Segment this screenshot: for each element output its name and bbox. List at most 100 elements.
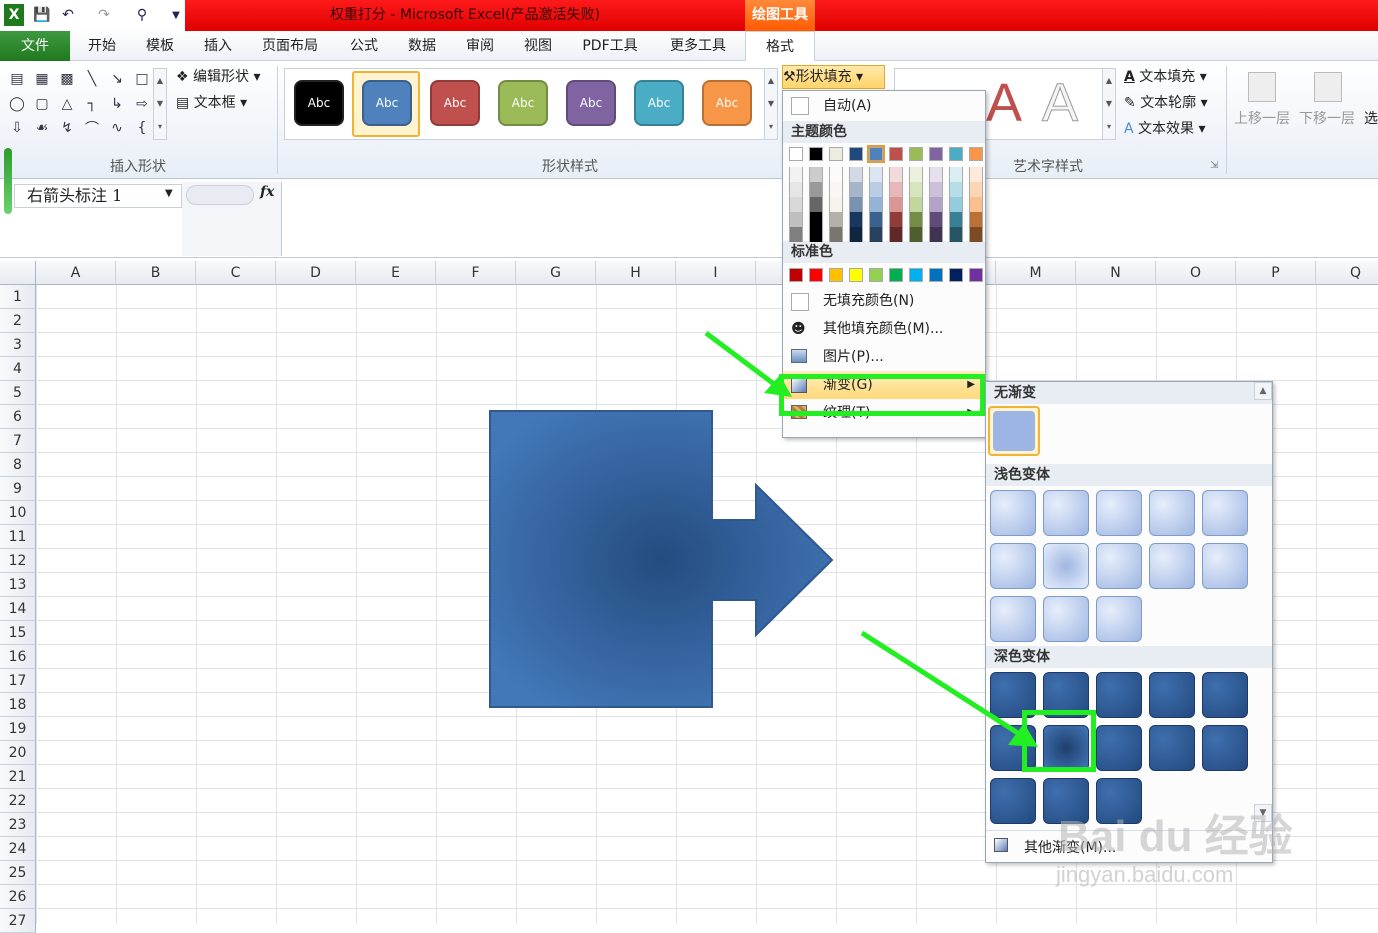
standard-color-swatch[interactable] [849,268,863,282]
undo-icon[interactable]: ↶ [58,4,78,26]
redo-icon[interactable]: ↷ [94,4,114,26]
theme-color-shade-swatch[interactable] [909,212,923,227]
theme-color-shade-swatch[interactable] [809,182,823,197]
wordart-dialog-launcher-icon[interactable]: ⇲ [1210,160,1218,171]
row-header[interactable]: 17 [0,669,36,693]
theme-color-shade-swatch[interactable] [889,182,903,197]
shape-rounded-rect-icon[interactable]: ▢ [31,93,53,115]
light-gradient-option[interactable] [1096,490,1142,536]
column-header[interactable]: Q [1316,261,1378,285]
column-header[interactable]: D [276,261,356,285]
column-header[interactable]: G [516,261,596,285]
dark-gradient-option[interactable] [1096,725,1142,771]
theme-color-swatch[interactable] [867,145,885,163]
theme-color-shade-swatch[interactable] [889,197,903,212]
theme-color-shade-swatch[interactable] [929,212,943,227]
standard-color-swatch[interactable] [809,268,823,282]
send-backward-button[interactable]: 下移一层 [1299,108,1355,130]
row-header[interactable]: 8 [0,453,36,477]
shape-rectangle-icon[interactable]: □ [131,68,153,90]
theme-color-shade-swatch[interactable] [869,227,883,242]
theme-color-shade-swatch[interactable] [789,227,803,242]
theme-color-swatch[interactable] [909,147,923,161]
standard-color-swatch[interactable] [889,268,903,282]
column-header[interactable]: B [116,261,196,285]
light-gradient-option[interactable] [1043,490,1089,536]
select-all-button[interactable] [0,261,36,285]
theme-color-shade-swatch[interactable] [849,227,863,242]
shape-style-button[interactable]: Abc [566,80,616,126]
dark-gradient-option[interactable] [990,778,1036,824]
shape-arc-icon[interactable]: ⌒ [81,117,103,139]
theme-color-shade-swatch[interactable] [949,167,963,182]
column-header[interactable]: I [676,261,756,285]
customize-quick-access-icon[interactable]: ▼ [166,4,186,26]
row-header[interactable]: 6 [0,405,36,429]
dark-gradient-option[interactable] [1149,725,1195,771]
name-box-dropdown-icon[interactable]: ▼ [165,188,173,199]
theme-color-swatch[interactable] [929,147,943,161]
tab-formulas[interactable]: 公式 [340,31,388,61]
row-header[interactable]: 18 [0,693,36,717]
theme-color-swatch[interactable] [849,147,863,161]
row-header[interactable]: 15 [0,621,36,645]
row-header[interactable]: 5 [0,381,36,405]
theme-color-shade-swatch[interactable] [969,182,983,197]
text-fill-button[interactable]: A 文本填充 ▾ [1124,66,1207,88]
theme-color-shade-swatch[interactable] [949,212,963,227]
light-gradient-option[interactable] [1043,543,1089,589]
row-header[interactable]: 9 [0,477,36,501]
theme-color-shade-swatch[interactable] [949,227,963,242]
row-header[interactable]: 21 [0,765,36,789]
text-outline-button[interactable]: ✎ 文本轮廓 ▾ [1124,92,1208,114]
theme-color-shade-swatch[interactable] [929,197,943,212]
row-header[interactable]: 1 [0,285,36,309]
light-gradient-option[interactable] [1149,490,1195,536]
shape-arrow-line-icon[interactable]: ↘ [106,68,128,90]
tab-view[interactable]: 视图 [514,31,562,61]
tab-file[interactable]: 文件 [0,31,70,61]
shape-freeform-icon[interactable]: ☙ [31,117,53,139]
theme-color-shade-swatch[interactable] [929,227,943,242]
standard-color-swatch[interactable] [969,268,983,282]
theme-color-shade-swatch[interactable] [969,227,983,242]
theme-color-shade-swatch[interactable] [829,182,843,197]
formula-expand-handle[interactable] [186,185,254,205]
tab-template[interactable]: 模板 [136,31,184,61]
theme-color-shade-swatch[interactable] [909,197,923,212]
row-header[interactable]: 13 [0,573,36,597]
tab-review[interactable]: 审阅 [456,31,504,61]
shape-fill-button[interactable]: ⚒形状填充 ▾ [782,65,885,89]
scroll-up-button[interactable]: ▲ [1254,382,1272,400]
column-header[interactable]: O [1156,261,1236,285]
theme-color-swatch[interactable] [889,147,903,161]
column-header[interactable]: C [196,261,276,285]
shape-style-button[interactable]: Abc [294,80,344,126]
shape-line-icon[interactable]: ╲ [81,68,103,90]
row-header[interactable]: 26 [0,885,36,909]
row-header[interactable]: 25 [0,861,36,885]
theme-color-shade-swatch[interactable] [869,197,883,212]
light-gradient-option[interactable] [990,543,1036,589]
theme-color-shade-swatch[interactable] [789,182,803,197]
shape-oval-icon[interactable]: ◯ [6,93,28,115]
theme-color-shade-swatch[interactable] [809,212,823,227]
row-header[interactable]: 23 [0,813,36,837]
row-header[interactable]: 16 [0,645,36,669]
theme-color-swatch[interactable] [829,147,843,161]
light-gradient-option[interactable] [1096,596,1142,642]
tab-insert[interactable]: 插入 [194,31,242,61]
theme-color-shade-swatch[interactable] [909,227,923,242]
shape-style-button[interactable]: Abc [498,80,548,126]
theme-color-shade-swatch[interactable] [789,167,803,182]
theme-color-shade-swatch[interactable] [909,167,923,182]
shape-textbox-icon[interactable]: ▤ [6,68,28,90]
shape-elbow-arrow-icon[interactable]: ↳ [106,93,128,115]
theme-color-shade-swatch[interactable] [949,197,963,212]
theme-color-shade-swatch[interactable] [849,182,863,197]
excel-icon[interactable]: X [4,4,24,26]
row-header[interactable]: 2 [0,309,36,333]
wordart-scroll[interactable]: ▲ ▼ ▾ [1102,68,1116,140]
right-arrow-callout-shape[interactable] [488,409,838,711]
dark-gradient-option[interactable] [1096,672,1142,718]
